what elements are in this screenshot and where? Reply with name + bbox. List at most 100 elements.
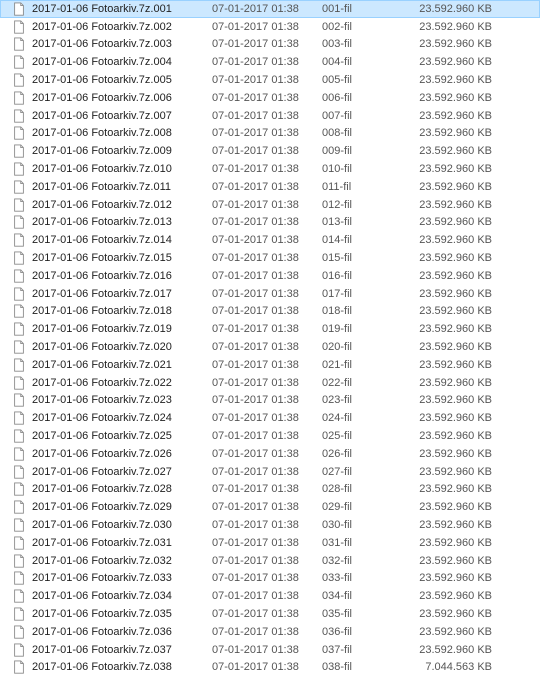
file-row[interactable]: 2017-01-06 Fotoarkiv.7z.032 07-01-2017 0… [0, 552, 540, 570]
file-date: 07-01-2017 01:38 [212, 323, 322, 335]
file-size: 23.592.960 KB [392, 448, 502, 460]
file-icon [12, 376, 26, 390]
file-icon [12, 340, 26, 354]
file-size: 23.592.960 KB [392, 3, 502, 15]
file-row[interactable]: 2017-01-06 Fotoarkiv.7z.037 07-01-2017 0… [0, 641, 540, 659]
file-icon [12, 322, 26, 336]
file-icon [12, 447, 26, 461]
file-row[interactable]: 2017-01-06 Fotoarkiv.7z.023 07-01-2017 0… [0, 392, 540, 410]
file-row[interactable]: 2017-01-06 Fotoarkiv.7z.011 07-01-2017 0… [0, 178, 540, 196]
file-name: 2017-01-06 Fotoarkiv.7z.015 [32, 252, 172, 264]
file-size: 23.592.960 KB [392, 199, 502, 211]
file-icon [12, 643, 26, 657]
file-name: 2017-01-06 Fotoarkiv.7z.021 [32, 359, 172, 371]
file-row[interactable]: 2017-01-06 Fotoarkiv.7z.007 07-01-2017 0… [0, 107, 540, 125]
file-size: 23.592.960 KB [392, 555, 502, 567]
file-row[interactable]: 2017-01-06 Fotoarkiv.7z.018 07-01-2017 0… [0, 303, 540, 321]
file-size: 23.592.960 KB [392, 626, 502, 638]
file-icon [12, 126, 26, 140]
file-row[interactable]: 2017-01-06 Fotoarkiv.7z.005 07-01-2017 0… [0, 71, 540, 89]
file-row[interactable]: 2017-01-06 Fotoarkiv.7z.031 07-01-2017 0… [0, 534, 540, 552]
file-date: 07-01-2017 01:38 [212, 74, 322, 86]
file-date: 07-01-2017 01:38 [212, 394, 322, 406]
file-row[interactable]: 2017-01-06 Fotoarkiv.7z.001 07-01-2017 0… [0, 0, 540, 18]
file-row[interactable]: 2017-01-06 Fotoarkiv.7z.019 07-01-2017 0… [0, 320, 540, 338]
file-size: 23.592.960 KB [392, 110, 502, 122]
file-row[interactable]: 2017-01-06 Fotoarkiv.7z.021 07-01-2017 0… [0, 356, 540, 374]
file-row[interactable]: 2017-01-06 Fotoarkiv.7z.012 07-01-2017 0… [0, 196, 540, 214]
file-size: 7.044.563 KB [392, 661, 502, 673]
file-row[interactable]: 2017-01-06 Fotoarkiv.7z.034 07-01-2017 0… [0, 587, 540, 605]
file-type: 034-fil [322, 590, 392, 602]
file-type: 038-fil [322, 661, 392, 673]
file-name: 2017-01-06 Fotoarkiv.7z.008 [32, 127, 172, 139]
file-row[interactable]: 2017-01-06 Fotoarkiv.7z.002 07-01-2017 0… [0, 18, 540, 36]
file-name: 2017-01-06 Fotoarkiv.7z.018 [32, 305, 172, 317]
file-icon [12, 625, 26, 639]
file-icon [12, 251, 26, 265]
file-row[interactable]: 2017-01-06 Fotoarkiv.7z.026 07-01-2017 0… [0, 445, 540, 463]
file-date: 07-01-2017 01:38 [212, 21, 322, 33]
file-type: 020-fil [322, 341, 392, 353]
file-name: 2017-01-06 Fotoarkiv.7z.031 [32, 537, 172, 549]
file-icon [12, 162, 26, 176]
file-size: 23.592.960 KB [392, 92, 502, 104]
file-icon [12, 109, 26, 123]
file-row[interactable]: 2017-01-06 Fotoarkiv.7z.010 07-01-2017 0… [0, 160, 540, 178]
file-row[interactable]: 2017-01-06 Fotoarkiv.7z.009 07-01-2017 0… [0, 142, 540, 160]
file-list[interactable]: 2017-01-06 Fotoarkiv.7z.001 07-01-2017 0… [0, 0, 540, 676]
file-size: 23.592.960 KB [392, 359, 502, 371]
file-date: 07-01-2017 01:38 [212, 56, 322, 68]
file-row[interactable]: 2017-01-06 Fotoarkiv.7z.024 07-01-2017 0… [0, 409, 540, 427]
file-name: 2017-01-06 Fotoarkiv.7z.027 [32, 466, 172, 478]
file-row[interactable]: 2017-01-06 Fotoarkiv.7z.028 07-01-2017 0… [0, 481, 540, 499]
file-size: 23.592.960 KB [392, 590, 502, 602]
file-row[interactable]: 2017-01-06 Fotoarkiv.7z.017 07-01-2017 0… [0, 285, 540, 303]
file-row[interactable]: 2017-01-06 Fotoarkiv.7z.033 07-01-2017 0… [0, 570, 540, 588]
file-icon [12, 482, 26, 496]
file-date: 07-01-2017 01:38 [212, 519, 322, 531]
file-row[interactable]: 2017-01-06 Fotoarkiv.7z.016 07-01-2017 0… [0, 267, 540, 285]
file-row[interactable]: 2017-01-06 Fotoarkiv.7z.014 07-01-2017 0… [0, 231, 540, 249]
file-type: 035-fil [322, 608, 392, 620]
file-row[interactable]: 2017-01-06 Fotoarkiv.7z.006 07-01-2017 0… [0, 89, 540, 107]
file-type: 019-fil [322, 323, 392, 335]
file-name: 2017-01-06 Fotoarkiv.7z.016 [32, 270, 172, 282]
file-size: 23.592.960 KB [392, 644, 502, 656]
file-size: 23.592.960 KB [392, 501, 502, 513]
file-date: 07-01-2017 01:38 [212, 572, 322, 584]
file-date: 07-01-2017 01:38 [212, 555, 322, 567]
file-date: 07-01-2017 01:38 [212, 501, 322, 513]
file-row[interactable]: 2017-01-06 Fotoarkiv.7z.004 07-01-2017 0… [0, 53, 540, 71]
file-size: 23.592.960 KB [392, 38, 502, 50]
file-date: 07-01-2017 01:38 [212, 537, 322, 549]
file-icon [12, 465, 26, 479]
file-type: 033-fil [322, 572, 392, 584]
file-row[interactable]: 2017-01-06 Fotoarkiv.7z.030 07-01-2017 0… [0, 516, 540, 534]
file-row[interactable]: 2017-01-06 Fotoarkiv.7z.035 07-01-2017 0… [0, 605, 540, 623]
file-size: 23.592.960 KB [392, 572, 502, 584]
file-row[interactable]: 2017-01-06 Fotoarkiv.7z.015 07-01-2017 0… [0, 249, 540, 267]
file-name: 2017-01-06 Fotoarkiv.7z.005 [32, 74, 172, 86]
file-row[interactable]: 2017-01-06 Fotoarkiv.7z.038 07-01-2017 0… [0, 658, 540, 676]
file-date: 07-01-2017 01:38 [212, 466, 322, 478]
file-name: 2017-01-06 Fotoarkiv.7z.036 [32, 626, 172, 638]
file-type: 023-fil [322, 394, 392, 406]
file-name: 2017-01-06 Fotoarkiv.7z.003 [32, 38, 172, 50]
file-name: 2017-01-06 Fotoarkiv.7z.038 [32, 661, 172, 673]
file-date: 07-01-2017 01:38 [212, 145, 322, 157]
file-row[interactable]: 2017-01-06 Fotoarkiv.7z.020 07-01-2017 0… [0, 338, 540, 356]
file-row[interactable]: 2017-01-06 Fotoarkiv.7z.025 07-01-2017 0… [0, 427, 540, 445]
file-type: 037-fil [322, 644, 392, 656]
file-name: 2017-01-06 Fotoarkiv.7z.026 [32, 448, 172, 460]
file-row[interactable]: 2017-01-06 Fotoarkiv.7z.022 07-01-2017 0… [0, 374, 540, 392]
file-row[interactable]: 2017-01-06 Fotoarkiv.7z.029 07-01-2017 0… [0, 498, 540, 516]
file-date: 07-01-2017 01:38 [212, 127, 322, 139]
file-row[interactable]: 2017-01-06 Fotoarkiv.7z.003 07-01-2017 0… [0, 36, 540, 54]
file-row[interactable]: 2017-01-06 Fotoarkiv.7z.008 07-01-2017 0… [0, 125, 540, 143]
file-row[interactable]: 2017-01-06 Fotoarkiv.7z.036 07-01-2017 0… [0, 623, 540, 641]
file-row[interactable]: 2017-01-06 Fotoarkiv.7z.027 07-01-2017 0… [0, 463, 540, 481]
file-size: 23.592.960 KB [392, 216, 502, 228]
file-type: 032-fil [322, 555, 392, 567]
file-row[interactable]: 2017-01-06 Fotoarkiv.7z.013 07-01-2017 0… [0, 214, 540, 232]
